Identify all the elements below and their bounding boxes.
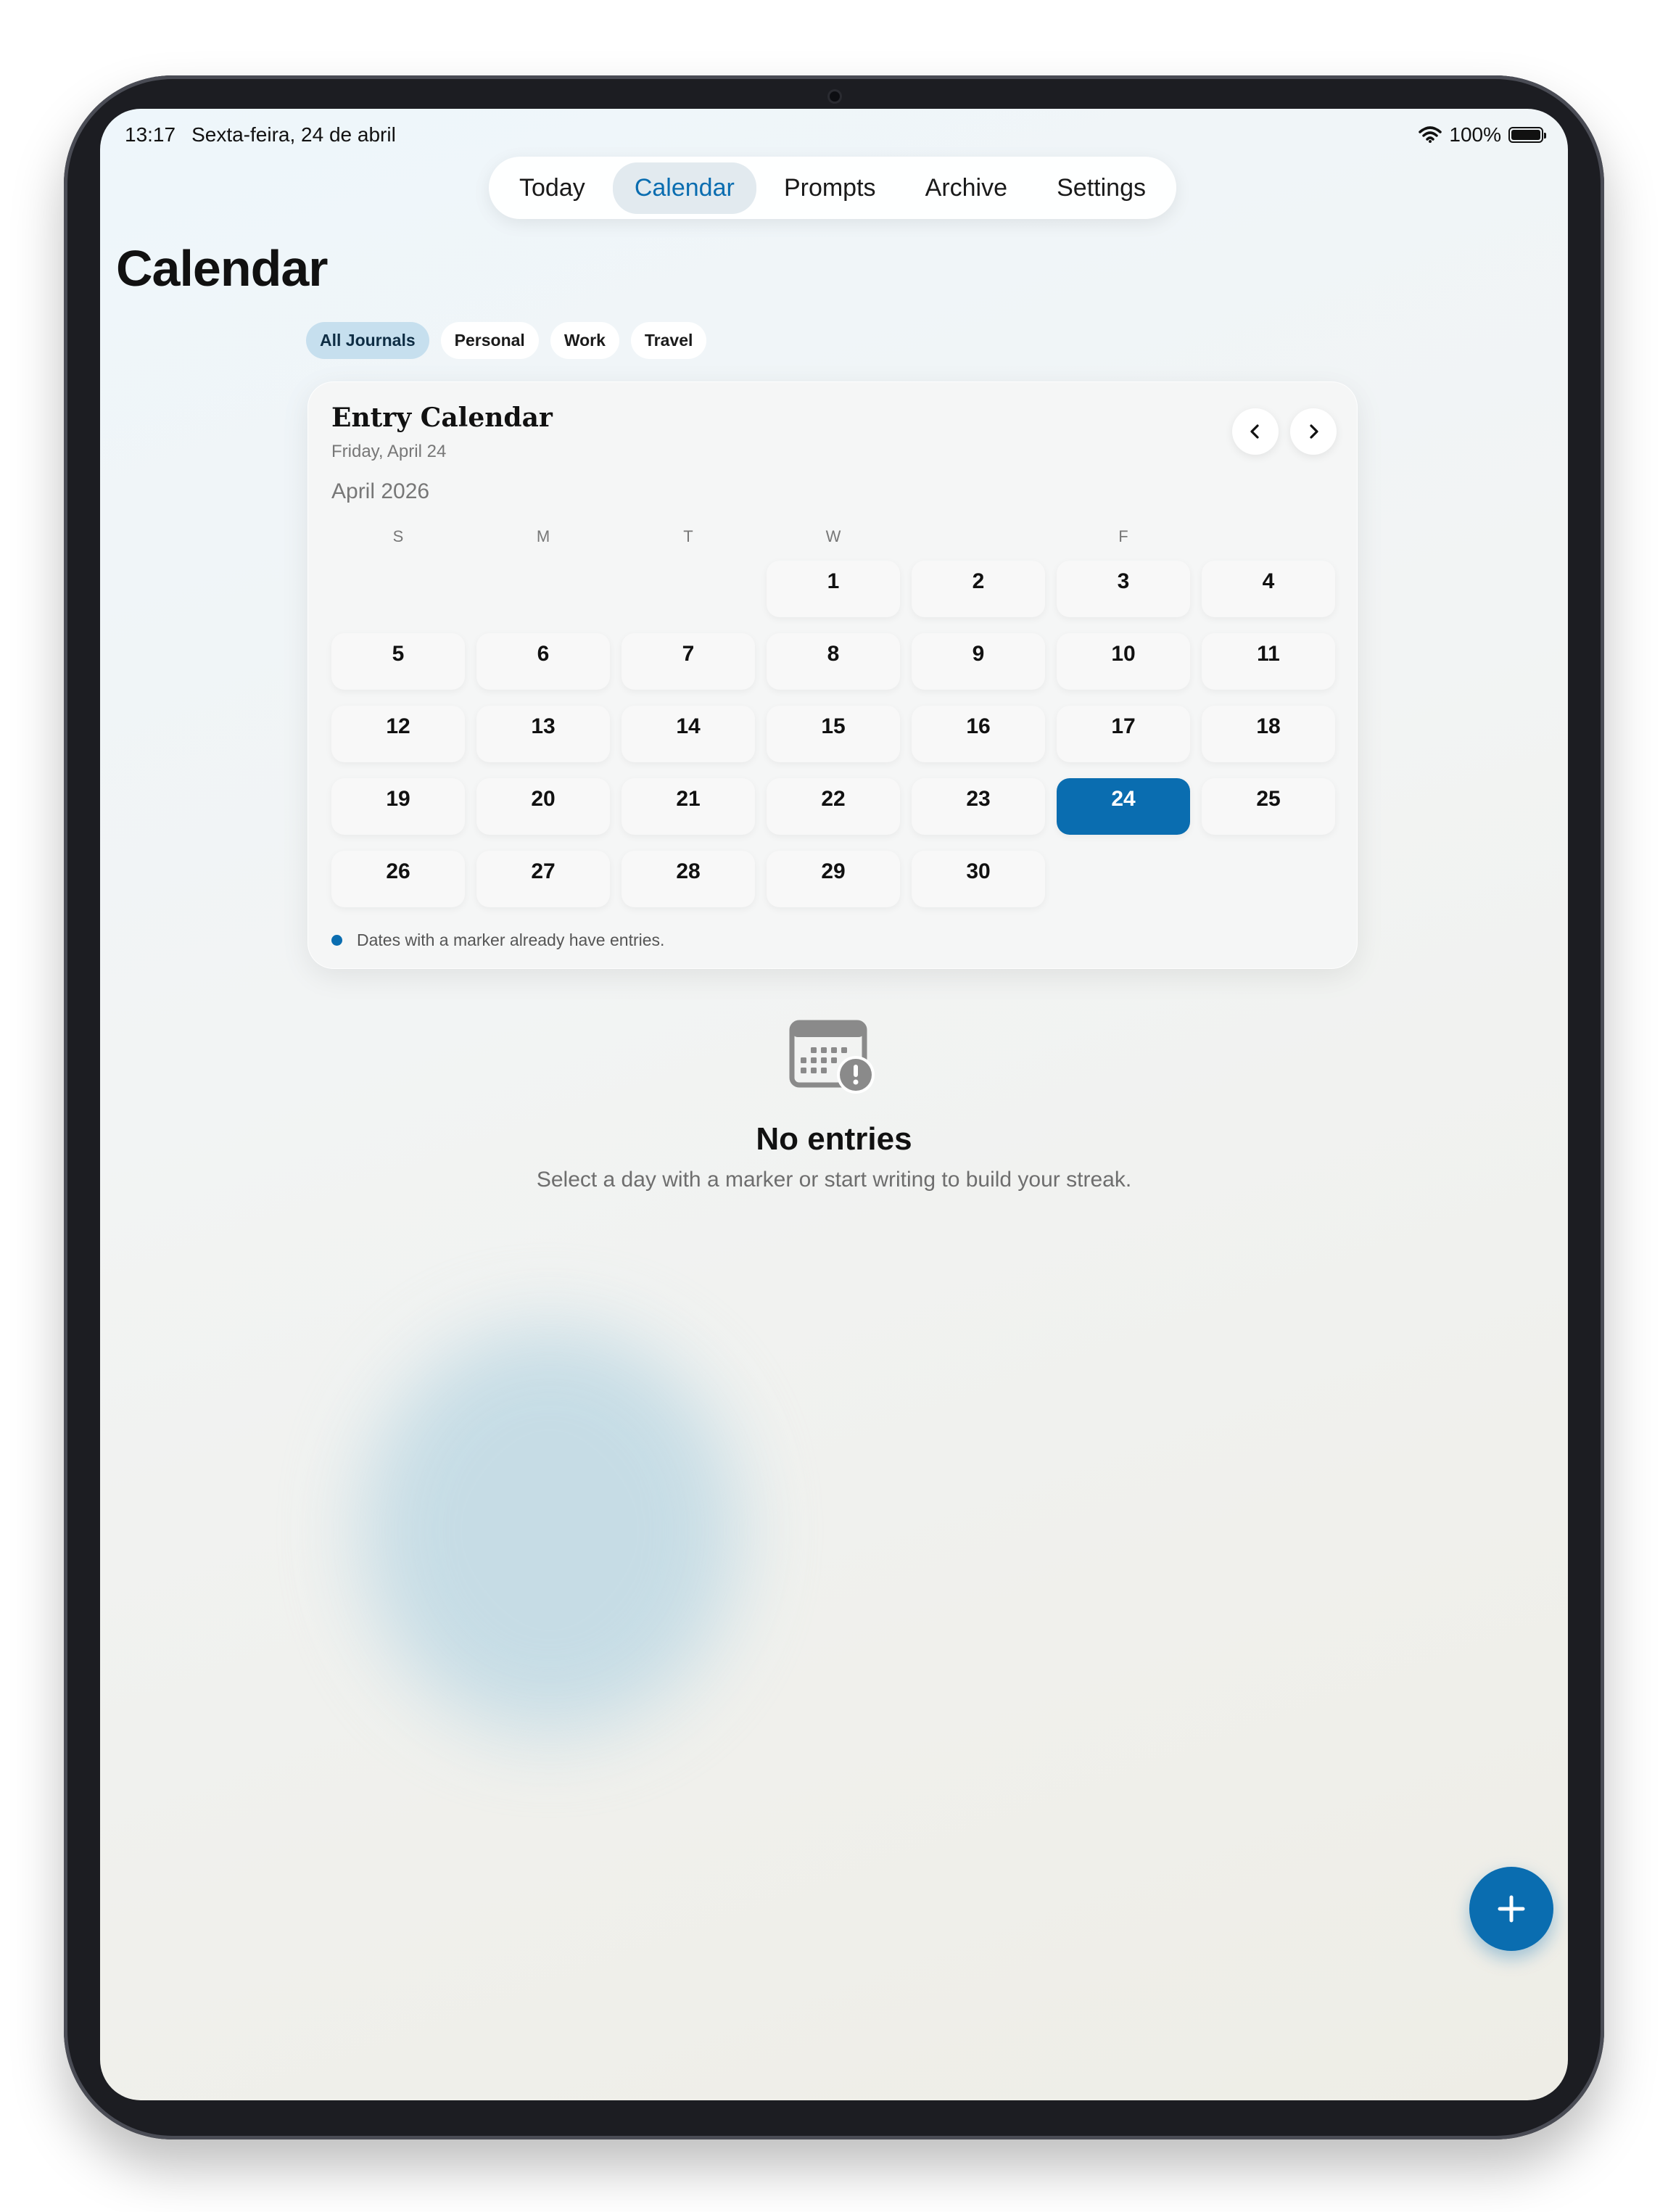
tab-prompts[interactable]: Prompts bbox=[762, 162, 898, 214]
calendar-day[interactable]: 12 bbox=[331, 706, 465, 762]
tab-today[interactable]: Today bbox=[497, 162, 607, 214]
calendar-day[interactable]: 1 bbox=[767, 561, 900, 617]
next-month-button[interactable] bbox=[1290, 408, 1337, 455]
battery-percent: 100% bbox=[1449, 123, 1501, 146]
tab-calendar[interactable]: Calendar bbox=[612, 162, 756, 214]
month-label: April 2026 bbox=[331, 479, 430, 503]
calendar-day[interactable]: 28 bbox=[622, 851, 755, 907]
weekday-label: W bbox=[825, 527, 841, 545]
calendar-day[interactable]: 3 bbox=[1057, 561, 1190, 617]
chevron-left-icon bbox=[1250, 424, 1259, 439]
plus-icon bbox=[1498, 1895, 1525, 1923]
calendar-day[interactable]: 18 bbox=[1202, 706, 1335, 762]
calendar-day[interactable]: 16 bbox=[912, 706, 1045, 762]
calendar-day[interactable]: 22 bbox=[767, 778, 900, 835]
status-time: 13:17 bbox=[125, 123, 176, 146]
calendar-day[interactable]: 13 bbox=[476, 706, 610, 762]
calendar-day[interactable]: 21 bbox=[622, 778, 755, 835]
calendar-day-empty bbox=[331, 561, 465, 617]
wifi-icon bbox=[1419, 126, 1442, 143]
tab-settings[interactable]: Settings bbox=[1035, 162, 1168, 214]
weekday-label bbox=[912, 527, 1045, 546]
calendar-day[interactable]: 19 bbox=[331, 778, 465, 835]
status-bar: 13:17 Sexta-feira, 24 de abril 100% bbox=[125, 120, 1546, 149]
calendar-day[interactable]: 14 bbox=[622, 706, 755, 762]
calendar-day[interactable]: 7 bbox=[622, 633, 755, 690]
calendar-day[interactable]: 20 bbox=[476, 778, 610, 835]
entry-marker-dot bbox=[331, 935, 342, 946]
calendar-day[interactable]: 2 bbox=[912, 561, 1045, 617]
calendar-day[interactable]: 11 bbox=[1202, 633, 1335, 690]
calendar-day-empty bbox=[476, 561, 610, 617]
page-title: Calendar bbox=[116, 240, 329, 297]
empty-state-title: No entries bbox=[756, 1121, 912, 1157]
chip-all-journals[interactable]: All Journals bbox=[306, 322, 429, 359]
calendar-day[interactable]: 10 bbox=[1057, 633, 1190, 690]
new-entry-button[interactable] bbox=[1469, 1867, 1553, 1951]
weekday-label: M bbox=[536, 527, 550, 545]
battery-icon bbox=[1508, 127, 1546, 143]
calendar-day[interactable]: 17 bbox=[1057, 706, 1190, 762]
calendar-day[interactable]: 5 bbox=[331, 633, 465, 690]
chip-work[interactable]: Work bbox=[550, 322, 619, 359]
front-camera bbox=[830, 91, 840, 102]
calendar-alert-icon bbox=[789, 1020, 875, 1094]
calendar-day[interactable]: 15 bbox=[767, 706, 900, 762]
journal-filter-chips: All Journals Personal Work Travel bbox=[306, 322, 707, 359]
calendar-day-selected[interactable]: 24 bbox=[1057, 778, 1190, 835]
background-blur-blob bbox=[361, 1327, 738, 1733]
previous-month-button[interactable] bbox=[1232, 408, 1279, 455]
status-right: 100% bbox=[1419, 123, 1546, 146]
calendar-day[interactable]: 23 bbox=[912, 778, 1045, 835]
calendar-day[interactable]: 4 bbox=[1202, 561, 1335, 617]
calendar-day-empty bbox=[622, 561, 755, 617]
calendar-day[interactable]: 29 bbox=[767, 851, 900, 907]
empty-state-message: Select a day with a marker or start writ… bbox=[536, 1168, 1132, 1192]
calendar-day[interactable]: 8 bbox=[767, 633, 900, 690]
calendar-card-title: Entry Calendar bbox=[331, 403, 553, 433]
battery-fill bbox=[1511, 130, 1540, 140]
weekday-label: F bbox=[1118, 527, 1128, 545]
chip-personal[interactable]: Personal bbox=[440, 322, 539, 359]
legend-text: Dates with a marker already have entries… bbox=[357, 930, 665, 949]
calendar-day[interactable]: 6 bbox=[476, 633, 610, 690]
top-tab-bar: Today Calendar Prompts Archive Settings bbox=[489, 157, 1176, 219]
weekday-label bbox=[1202, 527, 1335, 546]
calendar-day[interactable]: 25 bbox=[1202, 778, 1335, 835]
calendar-card-subtitle: Friday, April 24 bbox=[331, 442, 447, 461]
calendar-day-grid: 1 2 3 4 5 6 7 8 9 10 11 12 13 14 15 16 17 18 19 20 21 22 23 24 2… bbox=[331, 561, 1335, 907]
weekday-header: S M T W F bbox=[331, 527, 1335, 546]
calendar-day[interactable]: 27 bbox=[476, 851, 610, 907]
weekday-label: T bbox=[683, 527, 693, 545]
calendar-day[interactable]: 26 bbox=[331, 851, 465, 907]
chevron-right-icon bbox=[1310, 424, 1318, 439]
status-date: Sexta-feira, 24 de abril bbox=[191, 123, 396, 146]
weekday-label: S bbox=[392, 527, 404, 545]
app-screen: 13:17 Sexta-feira, 24 de abril 100% Toda… bbox=[100, 109, 1568, 2100]
calendar-day[interactable]: 9 bbox=[912, 633, 1045, 690]
calendar-day[interactable]: 30 bbox=[912, 851, 1045, 907]
entry-calendar-card: Entry Calendar Friday, April 24 April 20… bbox=[307, 381, 1358, 969]
tab-archive[interactable]: Archive bbox=[904, 162, 1029, 214]
chip-travel[interactable]: Travel bbox=[630, 322, 707, 359]
calendar-legend: Dates with a marker already have entries… bbox=[331, 930, 664, 950]
